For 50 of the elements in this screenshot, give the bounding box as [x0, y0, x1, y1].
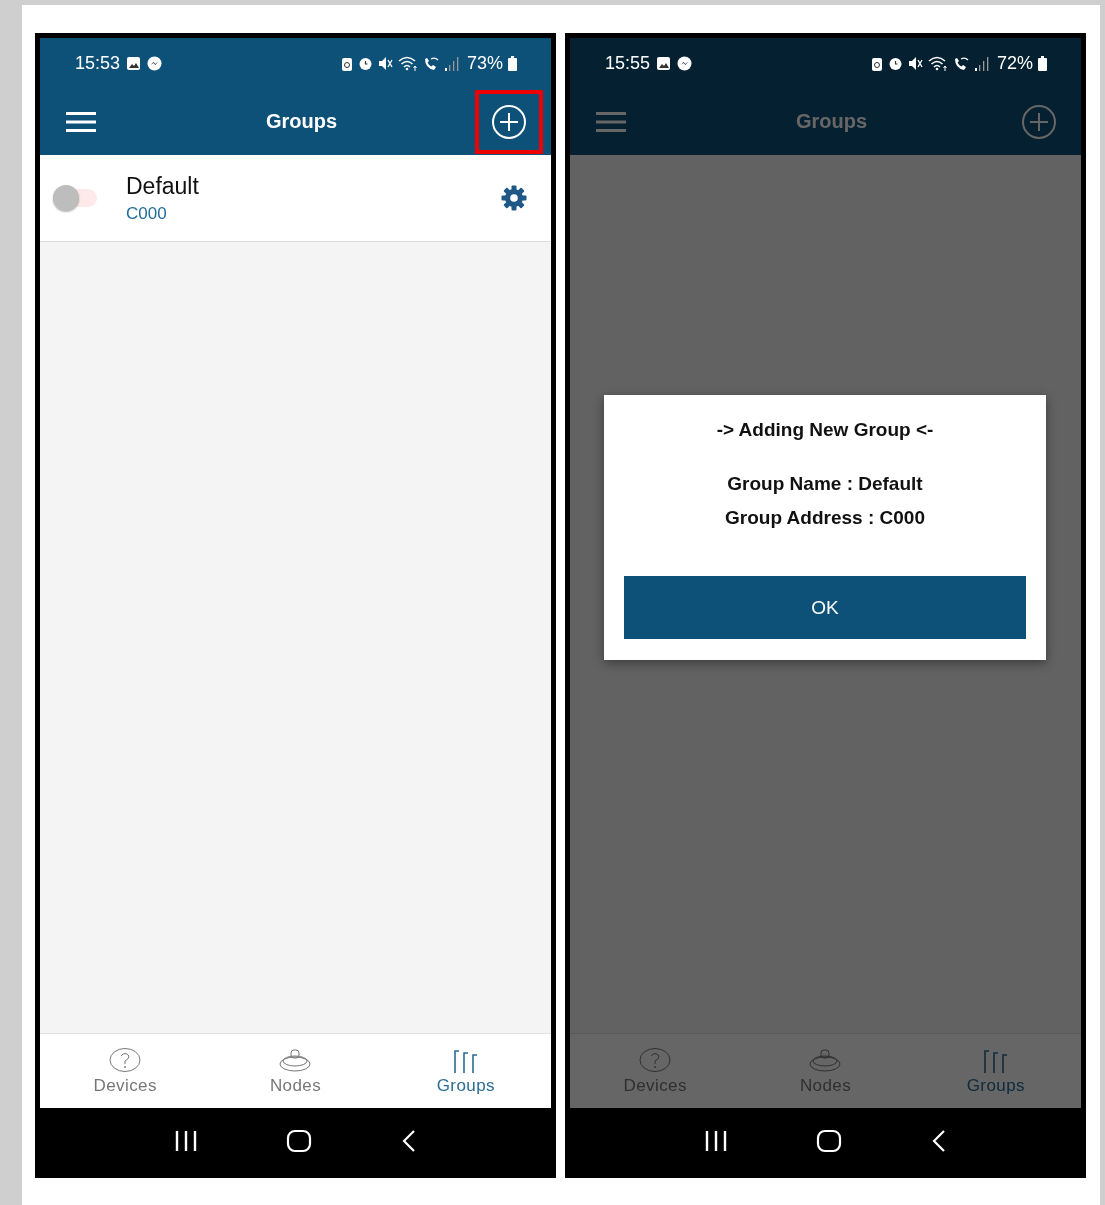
- muted-speaker-icon: [907, 55, 923, 71]
- dialog-title: -> Adding New Group <-: [716, 419, 934, 441]
- question-circle-icon: [638, 1046, 673, 1075]
- muted-speaker-icon: [377, 55, 393, 71]
- dialog-text: Group Name : Default: [727, 473, 923, 495]
- wifi-icon: [927, 55, 948, 71]
- wifi-call-icon: [422, 55, 439, 71]
- gear-icon[interactable]: [500, 184, 528, 212]
- battery-icon: [1038, 55, 1047, 71]
- battery-saver-icon: [340, 55, 353, 71]
- tab[interactable]: Devices: [40, 1034, 211, 1108]
- group-address: C000: [126, 203, 168, 224]
- group-name: Default: [126, 172, 200, 200]
- battery-saver-icon: [870, 55, 883, 71]
- home-icon[interactable]: [816, 1128, 843, 1153]
- screen-title: Groups: [795, 110, 868, 133]
- recent-apps-icon[interactable]: [174, 1129, 199, 1152]
- dialog-text: Group Address : C000: [725, 507, 925, 529]
- dome-device-icon: [278, 1046, 313, 1075]
- alarm-clock-icon: [357, 55, 373, 71]
- back-icon[interactable]: [930, 1128, 947, 1153]
- alarm-clock-icon: [887, 55, 903, 71]
- dome-device-icon: [808, 1046, 843, 1075]
- menu-icon[interactable]: [66, 110, 98, 133]
- tab[interactable]: Groups: [380, 1034, 551, 1108]
- chat-bubble-icon: [677, 55, 693, 71]
- clock-time: 15:55: [605, 52, 651, 74]
- ok-button[interactable]: OK: [624, 576, 1026, 639]
- add-circle-icon: [1021, 103, 1057, 140]
- screen-title: Groups: [265, 110, 338, 133]
- tab[interactable]: Groups: [910, 1034, 1081, 1108]
- image-icon: [126, 55, 142, 71]
- wifi-call-icon: [952, 55, 969, 71]
- question-circle-icon: [108, 1046, 143, 1075]
- signal-bars-icon: [973, 55, 990, 71]
- home-icon[interactable]: [286, 1128, 313, 1153]
- add-circle-icon: [491, 103, 527, 140]
- signal-bars-icon: [443, 55, 460, 71]
- add-button[interactable]: [475, 89, 543, 154]
- wifi-icon: [397, 55, 418, 71]
- group-row[interactable]: Default C000: [40, 155, 551, 242]
- battery-icon: [508, 55, 517, 71]
- tab[interactable]: Nodes: [210, 1034, 381, 1108]
- battery-percent: 72%: [996, 52, 1033, 74]
- clock-time: 15:53: [75, 52, 121, 74]
- image-icon: [656, 55, 672, 71]
- recent-apps-icon[interactable]: [704, 1129, 729, 1152]
- chat-bubble-icon: [147, 55, 163, 71]
- back-icon[interactable]: [400, 1128, 417, 1153]
- battery-percent: 73%: [466, 52, 503, 74]
